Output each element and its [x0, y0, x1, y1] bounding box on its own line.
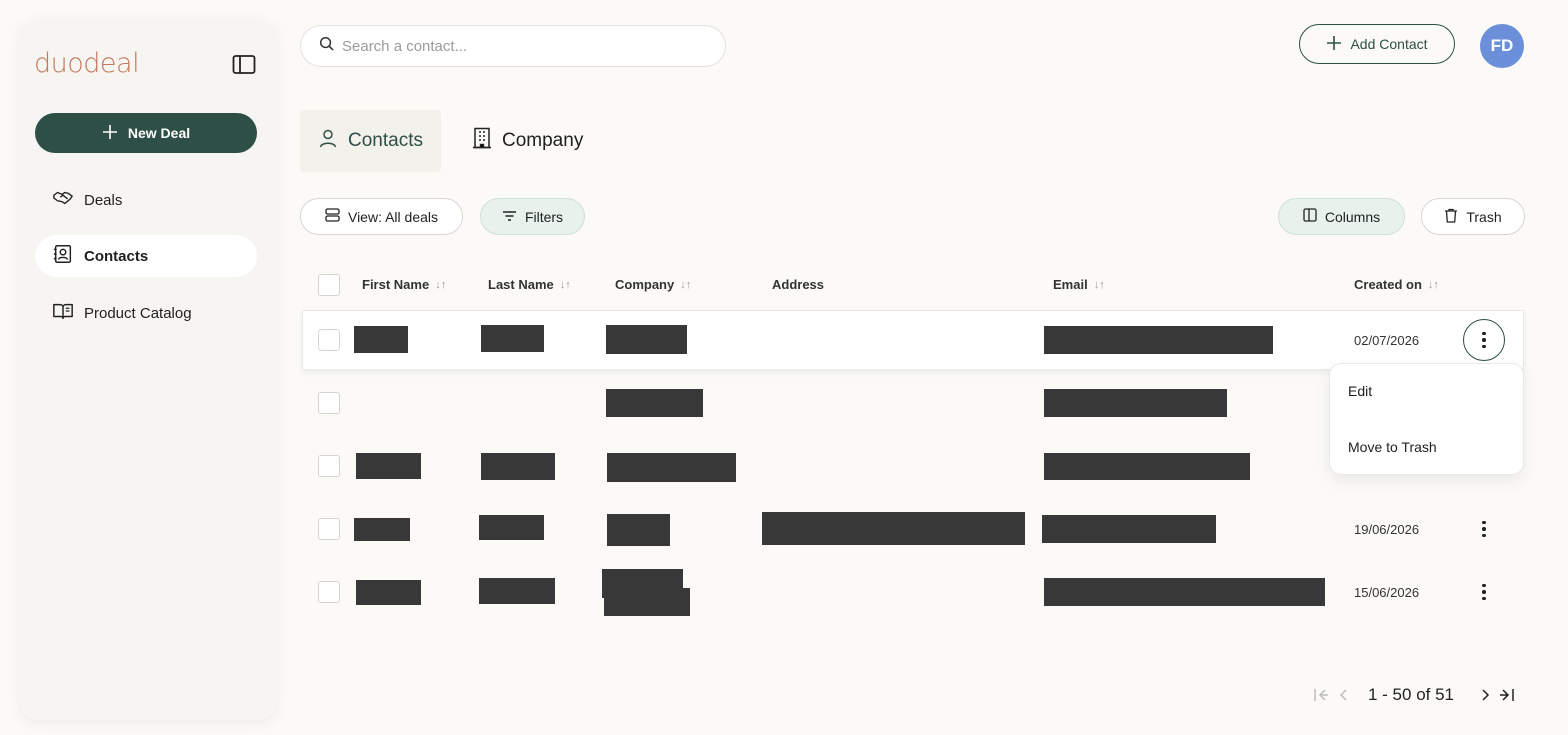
last-page-icon[interactable]: [1498, 686, 1516, 704]
sidebar-item-label: Contacts: [84, 247, 149, 265]
menu-item-move-to-trash[interactable]: Move to Trash: [1348, 439, 1437, 455]
sidebar-item-label: Deals: [84, 191, 123, 209]
column-label: Email: [1053, 277, 1088, 292]
book-icon: [52, 300, 74, 326]
tab-contacts[interactable]: Contacts: [300, 110, 441, 172]
user-avatar[interactable]: FD: [1480, 24, 1524, 68]
sidebar-item-deals[interactable]: Deals: [35, 179, 257, 221]
columns-label: Columns: [1324, 208, 1381, 225]
columns-button[interactable]: Columns: [1278, 198, 1405, 235]
menu-item-edit[interactable]: Edit: [1348, 383, 1372, 399]
redacted-email: [1044, 326, 1273, 354]
new-deal-label: New Deal: [127, 125, 191, 141]
app-logo: duodeal: [34, 48, 140, 79]
columns-icon: [1303, 208, 1317, 225]
redacted-email: [1042, 515, 1216, 543]
kebab-icon: [1482, 583, 1486, 601]
search-bar[interactable]: [300, 25, 726, 67]
search-input[interactable]: [342, 37, 702, 55]
row-actions-button[interactable]: [1463, 571, 1505, 613]
view-label: View: All deals: [347, 208, 438, 225]
created-on-date: 19/06/2026: [1354, 522, 1420, 537]
building-icon: [472, 127, 492, 155]
redacted-last-name: [479, 578, 555, 604]
tab-company[interactable]: Company: [454, 110, 601, 172]
sidebar-item-contacts[interactable]: Contacts: [35, 235, 257, 277]
previous-page-icon[interactable]: [1335, 686, 1353, 704]
filters-button[interactable]: Filters: [480, 198, 585, 235]
column-label: Last Name: [488, 277, 554, 292]
trash-button[interactable]: Trash: [1421, 198, 1525, 235]
plus-icon: [102, 124, 118, 143]
column-header-last-name[interactable]: Last Name ↓↑: [488, 277, 571, 292]
sidebar-toggle-icon[interactable]: [232, 54, 256, 76]
select-all-checkbox[interactable]: [318, 274, 340, 296]
column-label: First Name: [362, 277, 430, 292]
layers-icon: [325, 208, 340, 225]
pagination-status: 1 - 50 of 51: [1368, 685, 1455, 704]
redacted-company: [606, 325, 687, 354]
redacted-last-name: [481, 453, 555, 480]
column-header-created-on[interactable]: Created on ↓↑: [1354, 277, 1439, 292]
column-label: Address: [772, 277, 825, 292]
redacted-address: [762, 512, 1025, 545]
column-label: Company: [615, 277, 675, 292]
next-page-icon[interactable]: [1476, 686, 1494, 704]
column-header-first-name[interactable]: First Name ↓↑: [362, 277, 446, 292]
first-page-icon[interactable]: [1312, 686, 1330, 704]
redacted-email: [1044, 578, 1325, 606]
created-on-date: 15/06/2026: [1354, 585, 1420, 600]
sort-icon: ↓↑: [680, 278, 692, 291]
trash-label: Trash: [1466, 208, 1502, 225]
kebab-icon: [1482, 520, 1486, 538]
sidebar: duodeal New Deal Deals Contacts Product …: [20, 18, 276, 720]
redacted-email: [1044, 453, 1250, 480]
user-icon: [318, 128, 338, 154]
row-checkbox[interactable]: [318, 329, 340, 351]
trash-icon: [1444, 208, 1458, 226]
redacted-email: [1044, 389, 1227, 417]
add-contact-label: Add Contact: [1350, 36, 1428, 52]
sidebar-item-label: Product Catalog: [84, 304, 192, 322]
row-actions-button[interactable]: [1463, 319, 1505, 361]
handshake-icon: [52, 187, 74, 213]
contact-card-icon: [52, 243, 74, 269]
filter-icon: [502, 209, 517, 225]
new-deal-button[interactable]: New Deal: [35, 113, 257, 153]
redacted-last-name: [481, 325, 544, 352]
add-contact-button[interactable]: Add Contact: [1299, 24, 1455, 64]
plus-icon: [1326, 35, 1342, 54]
redacted-first-name: [356, 580, 421, 605]
column-header-address: Address: [772, 277, 824, 292]
redacted-first-name: [354, 518, 410, 541]
row-checkbox[interactable]: [318, 518, 340, 540]
sort-icon: ↓↑: [1093, 278, 1105, 291]
redacted-company: [606, 389, 703, 417]
filters-label: Filters: [524, 208, 564, 225]
sort-icon: ↓↑: [559, 278, 571, 291]
column-label: Created on: [1354, 277, 1422, 292]
row-checkbox[interactable]: [318, 581, 340, 603]
redacted-first-name: [356, 453, 421, 479]
column-header-email[interactable]: Email ↓↑: [1053, 277, 1105, 292]
sort-icon: ↓↑: [1427, 278, 1439, 291]
tab-label: Contacts: [348, 130, 423, 151]
row-checkbox[interactable]: [318, 455, 340, 477]
column-header-company[interactable]: Company ↓↑: [615, 277, 691, 292]
search-icon: [319, 36, 334, 56]
sort-icon: ↓↑: [435, 278, 447, 291]
row-actions-button[interactable]: [1463, 508, 1505, 550]
redacted-last-name: [479, 515, 544, 540]
kebab-icon: [1482, 331, 1486, 349]
redacted-company: [607, 453, 736, 482]
redacted-first-name: [354, 326, 408, 353]
redacted-company: [604, 588, 690, 616]
redacted-company: [607, 514, 670, 546]
row-checkbox[interactable]: [318, 392, 340, 414]
row-actions-menu: Edit Move to Trash: [1329, 363, 1524, 475]
tab-label: Company: [502, 130, 584, 151]
sidebar-item-product-catalog[interactable]: Product Catalog: [35, 292, 257, 334]
view-selector-button[interactable]: View: All deals: [300, 198, 463, 235]
created-on-date: 02/07/2026: [1354, 333, 1420, 348]
